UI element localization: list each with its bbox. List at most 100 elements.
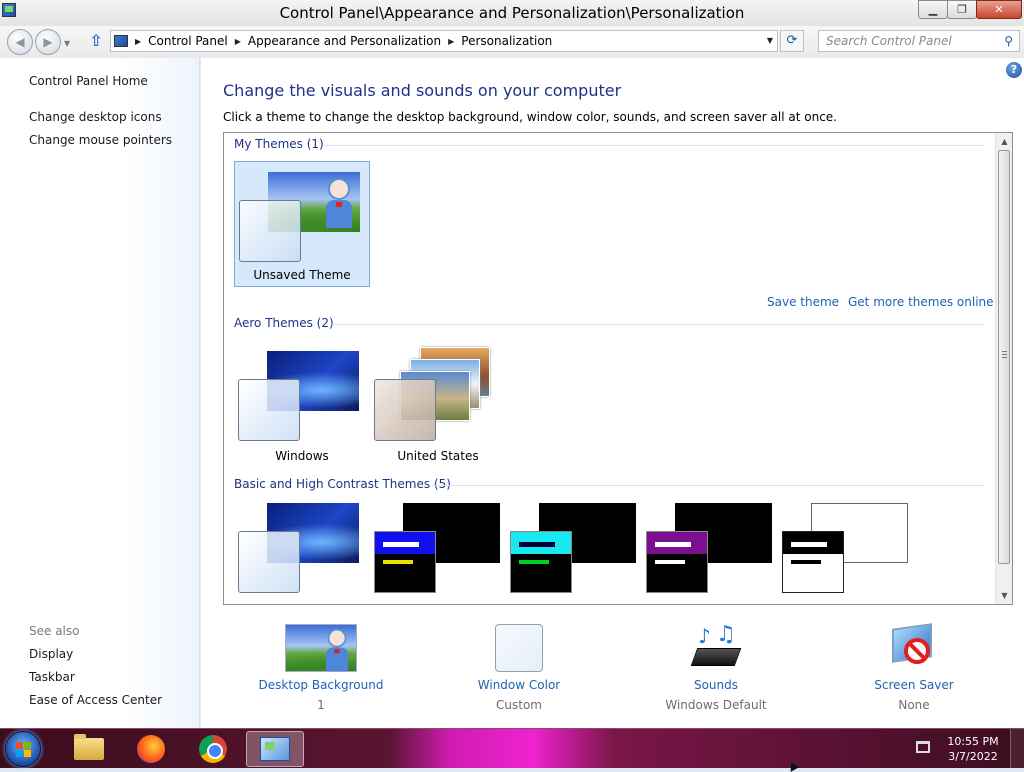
firefox-icon	[137, 735, 165, 763]
hc2-window-preview	[510, 531, 572, 593]
get-more-themes-link[interactable]: Get more themes online	[848, 295, 994, 309]
page-title: Change the visuals and sounds on your co…	[223, 81, 622, 100]
theme-list[interactable]: My Themes (1) Unsaved Theme Save theme G…	[223, 132, 1013, 605]
aero-themes-header: Aero Themes (2)	[234, 316, 334, 330]
unsaved-theme-window-preview	[239, 200, 301, 262]
screen-saver-label[interactable]: Screen Saver	[824, 678, 1004, 692]
close-icon: ✕	[994, 3, 1004, 16]
restore-icon: ❐	[957, 3, 967, 16]
start-orb-icon[interactable]	[5, 731, 41, 767]
sounds-value: Windows Default	[665, 698, 767, 712]
page-description: Click a theme to change the desktop back…	[223, 110, 837, 124]
navigation-bar: ◀ ▶ ▼ ⇧ ▶ Control Panel ▶ Appearance and…	[0, 26, 1024, 58]
clock-time: 10:55 PM	[947, 735, 999, 748]
title-bar: Control Panel\Appearance and Personaliza…	[0, 0, 1024, 26]
desktop-background-item[interactable]: Desktop Background 1	[231, 624, 411, 712]
window-color-value: Custom	[496, 698, 542, 712]
taskbar-chrome[interactable]	[184, 731, 242, 767]
crumb-separator-icon[interactable]: ▶	[235, 37, 241, 46]
task-pane: Control Panel Home Change desktop icons …	[0, 58, 200, 728]
hc-white-window-preview	[782, 531, 844, 593]
united-states-theme-label: United States	[397, 449, 479, 463]
window-color-label[interactable]: Window Color	[429, 678, 609, 692]
up-arrow-icon[interactable]: ⇧	[86, 31, 106, 53]
crumb-separator-icon[interactable]: ▶	[135, 37, 141, 46]
screen-saver-value: None	[898, 698, 930, 712]
address-bar[interactable]: ▶ Control Panel ▶ Appearance and Persona…	[110, 30, 778, 52]
windows-theme-window-preview	[238, 379, 300, 441]
taskbar-file-explorer[interactable]	[60, 731, 118, 767]
change-mouse-pointers-link[interactable]: Change mouse pointers	[29, 133, 172, 147]
minimize-icon: ▁	[928, 3, 938, 16]
section-divider	[432, 485, 984, 486]
taskbar-link[interactable]: Taskbar	[29, 670, 75, 684]
theme-windows[interactable]: Windows	[234, 341, 370, 467]
theme-high-contrast-white[interactable]	[778, 501, 914, 604]
desktop-background-value: 1	[317, 698, 325, 712]
basic-themes-header: Basic and High Contrast Themes (5)	[234, 477, 451, 491]
scroll-down-icon[interactable]: ▼	[996, 587, 1012, 604]
refresh-icon: ⟳	[786, 33, 798, 48]
screen-saver-icon	[890, 623, 938, 672]
windows-flag-icon	[16, 742, 32, 758]
taskbar-firefox[interactable]	[122, 731, 180, 767]
recent-pages-dropdown[interactable]: ▼	[64, 39, 70, 48]
forward-button[interactable]: ▶	[35, 29, 61, 55]
sounds-icon: ♪ ♫	[690, 622, 742, 672]
back-arrow-icon: ◀	[15, 35, 25, 49]
search-placeholder: Search Control Panel	[826, 34, 952, 48]
window-color-item[interactable]: Window Color Custom	[429, 624, 609, 712]
restore-button[interactable]: ❐	[947, 0, 977, 19]
chrome-icon	[199, 735, 227, 763]
desktop-background-label[interactable]: Desktop Background	[231, 678, 411, 692]
crumb-separator-icon[interactable]: ▶	[448, 37, 454, 46]
basic-theme-window-preview	[238, 531, 300, 593]
system-clock[interactable]: 10:55 PM 3/7/2022	[944, 734, 1002, 764]
theme-high-contrast-black[interactable]	[642, 501, 778, 604]
save-theme-link[interactable]: Save theme	[767, 295, 839, 309]
network-icon[interactable]	[916, 741, 930, 753]
ease-of-access-link[interactable]: Ease of Access Center	[29, 693, 162, 707]
breadcrumb-control-panel[interactable]: Control Panel	[148, 34, 228, 48]
scroll-up-icon[interactable]: ▲	[996, 133, 1012, 150]
theme-unsaved[interactable]: Unsaved Theme	[234, 161, 370, 287]
see-also-header: See also	[29, 624, 80, 638]
hc1-window-preview	[374, 531, 436, 593]
forward-arrow-icon: ▶	[43, 35, 53, 49]
refresh-button[interactable]: ⟳	[780, 30, 804, 52]
my-themes-header: My Themes (1)	[234, 137, 324, 151]
help-icon[interactable]: ?	[1006, 62, 1022, 78]
close-button[interactable]: ✕	[976, 0, 1022, 19]
clock-date: 3/7/2022	[948, 750, 998, 763]
sounds-item[interactable]: ♪ ♫ Sounds Windows Default	[626, 622, 806, 712]
main-content: ? Change the visuals and sounds on your …	[201, 58, 1024, 728]
show-desktop-button[interactable]	[1010, 729, 1024, 769]
breadcrumb-personalization[interactable]: Personalization	[461, 34, 552, 48]
search-icon[interactable]: ⚲	[1004, 34, 1013, 48]
display-link[interactable]: Display	[29, 647, 73, 661]
theme-high-contrast-1[interactable]	[370, 501, 506, 604]
windows-theme-label: Windows	[275, 449, 329, 463]
theme-united-states[interactable]: United States	[370, 341, 506, 467]
screen-saver-item[interactable]: Screen Saver None	[824, 623, 1004, 712]
address-dropdown-icon[interactable]: ▼	[767, 36, 773, 45]
theme-high-contrast-2[interactable]	[506, 501, 642, 604]
sounds-label[interactable]: Sounds	[626, 678, 806, 692]
theme-list-scrollbar[interactable]: ▲ ▼	[995, 133, 1012, 604]
back-button[interactable]: ◀	[7, 29, 33, 55]
window-color-icon	[495, 624, 543, 672]
control-panel-crumb-icon	[114, 35, 128, 47]
search-input[interactable]: Search Control Panel ⚲	[818, 30, 1020, 52]
unsaved-theme-label: Unsaved Theme	[253, 268, 351, 282]
scrollbar-thumb[interactable]	[998, 150, 1010, 564]
section-divider	[324, 145, 984, 146]
minimize-button[interactable]: ▁	[918, 0, 948, 19]
taskbar: 10:55 PM 3/7/2022	[0, 728, 1024, 769]
breadcrumb-appearance[interactable]: Appearance and Personalization	[248, 34, 441, 48]
us-theme-window-preview	[374, 379, 436, 441]
theme-windows-basic[interactable]	[234, 501, 370, 604]
desktop-background-icon	[285, 624, 357, 672]
change-desktop-icons-link[interactable]: Change desktop icons	[29, 110, 162, 124]
taskbar-control-panel[interactable]	[246, 731, 304, 767]
control-panel-home-link[interactable]: Control Panel Home	[29, 74, 148, 88]
